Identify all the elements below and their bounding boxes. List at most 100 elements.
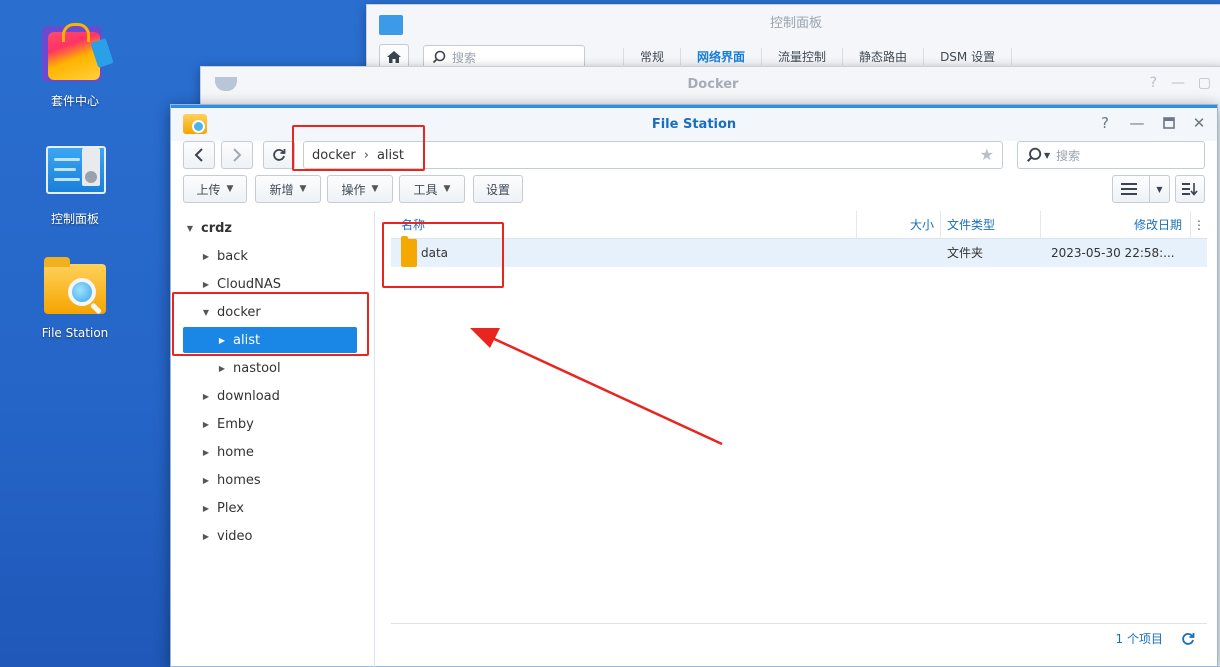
tree-node-video[interactable]: ▶ video (183, 523, 357, 549)
create-label: 新增 (269, 182, 294, 197)
path-bar[interactable]: docker › alist ★ (303, 141, 1003, 169)
expanded-arrow-icon[interactable]: ▼ (185, 224, 195, 233)
upload-label: 上传 (196, 182, 221, 197)
search-input[interactable]: ▼ 搜索 (1017, 141, 1205, 169)
tree-node-label: video (217, 528, 253, 544)
tree-node-alist[interactable]: ▶ alist (183, 327, 357, 353)
tree-node-cloudnas[interactable]: ▶ CloudNAS (183, 271, 357, 297)
tree-node-download[interactable]: ▶ download (183, 383, 357, 409)
maximize-icon[interactable] (1159, 114, 1179, 133)
file-name: data (421, 246, 449, 260)
view-mode-button[interactable]: ▼ (1112, 175, 1170, 203)
tree-node-plex[interactable]: ▶ Plex (183, 495, 357, 521)
tree-node-label: Emby (217, 416, 254, 432)
back-button[interactable] (183, 141, 215, 169)
collapsed-arrow-icon[interactable]: ▶ (201, 448, 211, 457)
collapsed-arrow-icon[interactable]: ▶ (201, 280, 211, 289)
tree-node-nastool[interactable]: ▶ nastool (183, 355, 357, 381)
chevron-down-icon: ▼ (443, 184, 451, 194)
column-header-type[interactable]: 文件类型 (941, 211, 1041, 239)
close-icon[interactable]: ✕ (1189, 114, 1209, 132)
chevron-left-icon (194, 148, 203, 162)
tree-node-label: back (217, 248, 248, 264)
breadcrumb-docker[interactable]: docker (312, 148, 356, 163)
tree-node-docker[interactable]: ▼ docker (183, 299, 357, 325)
collapsed-arrow-icon[interactable]: ▶ (217, 364, 227, 373)
collapsed-arrow-icon[interactable]: ▶ (201, 504, 211, 513)
collapsed-arrow-icon[interactable]: ▶ (217, 336, 227, 345)
chevron-down-icon[interactable]: ▼ (1044, 151, 1050, 160)
tools-label: 工具 (413, 182, 438, 197)
help-icon[interactable]: ? (1150, 75, 1157, 91)
file-station-window[interactable]: File Station ? — ✕ docker › alist ★ ▼ 搜索 (170, 104, 1218, 667)
column-header-name[interactable]: 名称 (391, 211, 857, 239)
collapsed-arrow-icon[interactable]: ▶ (201, 420, 211, 429)
toolbar: 上传 ▼ 新增 ▼ 操作 ▼ 工具 ▼ 设置 ▼ (183, 175, 1205, 205)
tab-traffic-control[interactable]: 流量控制 (761, 47, 842, 65)
tree-node-homes[interactable]: ▶ homes (183, 467, 357, 493)
tree-node-home[interactable]: ▶ home (183, 439, 357, 465)
breadcrumb-alist[interactable]: alist (377, 148, 404, 163)
file-list: 名称 大小 文件类型 修改日期 ⋮ data 文件夹 2023-05-30 22… (391, 211, 1207, 651)
tools-button[interactable]: 工具 ▼ (399, 175, 465, 203)
star-icon[interactable]: ★ (980, 145, 994, 164)
desktop-icon-package-center[interactable]: 套件中心 (20, 22, 130, 109)
tree-node-back[interactable]: ▶ back (183, 243, 357, 269)
tab-dsm-settings[interactable]: DSM 设置 (923, 47, 1013, 65)
action-label: 操作 (341, 182, 366, 197)
collapsed-arrow-icon[interactable]: ▶ (201, 392, 211, 401)
expanded-arrow-icon[interactable]: ▼ (201, 308, 211, 317)
tab-general[interactable]: 常规 (623, 47, 680, 65)
folder-icon (401, 236, 417, 267)
refresh-icon[interactable] (1181, 632, 1195, 646)
help-icon[interactable]: ? (1095, 114, 1115, 132)
chevron-down-icon: ▼ (226, 184, 234, 194)
action-button[interactable]: 操作 ▼ (327, 175, 393, 203)
sort-button[interactable] (1175, 175, 1205, 203)
file-list-header: 名称 大小 文件类型 修改日期 ⋮ (391, 211, 1207, 239)
desktop-icon-label: 控制面板 (50, 212, 99, 226)
window-title: Docker (687, 77, 739, 92)
tree-node-label: Plex (217, 500, 244, 516)
sort-icon (1182, 183, 1198, 196)
settings-button[interactable]: 设置 (473, 175, 523, 203)
column-header-modified[interactable]: 修改日期 (1041, 211, 1191, 239)
column-menu-icon[interactable]: ⋮ (1191, 211, 1207, 239)
tree-node-label: docker (217, 304, 261, 320)
desktop-icon-control-panel[interactable]: 控制面板 (20, 140, 130, 227)
tree-node-label: download (217, 388, 280, 404)
folder-tree: ▼ crdz ▶ back ▶ CloudNAS ▼ docker ▶ alist ▶ na… (171, 211, 375, 667)
create-button[interactable]: 新增 ▼ (255, 175, 321, 203)
table-row[interactable]: data 文件夹 2023-05-30 22:58:... (391, 236, 1207, 267)
forward-button[interactable] (221, 141, 253, 169)
window-title: 控制面板 (769, 16, 822, 31)
chevron-right-icon (233, 148, 242, 162)
breadcrumb-separator-icon: › (363, 147, 369, 163)
column-header-size[interactable]: 大小 (857, 211, 941, 239)
upload-button[interactable]: 上传 ▼ (183, 175, 247, 203)
desktop-icon-label: File Station (41, 326, 109, 340)
tab-network-interface[interactable]: 网络界面 (680, 47, 761, 65)
tree-node-emby[interactable]: ▶ Emby (183, 411, 357, 437)
home-icon (387, 51, 401, 63)
minimize-icon[interactable]: — (1171, 75, 1185, 91)
tree-node-crdz[interactable]: ▼ crdz (183, 215, 357, 241)
tab-static-route[interactable]: 静态路由 (842, 47, 923, 65)
chevron-down-icon: ▼ (299, 184, 307, 194)
settings-label: 设置 (485, 182, 510, 197)
tree-node-label: homes (217, 472, 261, 488)
minimize-icon[interactable]: — (1127, 114, 1147, 132)
window-title: File Station (651, 117, 737, 132)
tree-node-label: home (217, 444, 254, 460)
maximize-icon[interactable]: ▢ (1198, 75, 1211, 91)
refresh-button[interactable] (263, 141, 295, 169)
tree-node-label: alist (233, 332, 261, 348)
file-type: 文件夹 (947, 246, 984, 260)
collapsed-arrow-icon[interactable]: ▶ (201, 532, 211, 541)
title-bar[interactable]: File Station ? — ✕ (171, 105, 1217, 141)
desktop-icon-file-station[interactable]: File Station (20, 256, 130, 340)
collapsed-arrow-icon[interactable]: ▶ (201, 252, 211, 261)
navigation-bar: docker › alist ★ ▼ 搜索 (183, 141, 1205, 171)
search-icon (1026, 147, 1042, 163)
collapsed-arrow-icon[interactable]: ▶ (201, 476, 211, 485)
